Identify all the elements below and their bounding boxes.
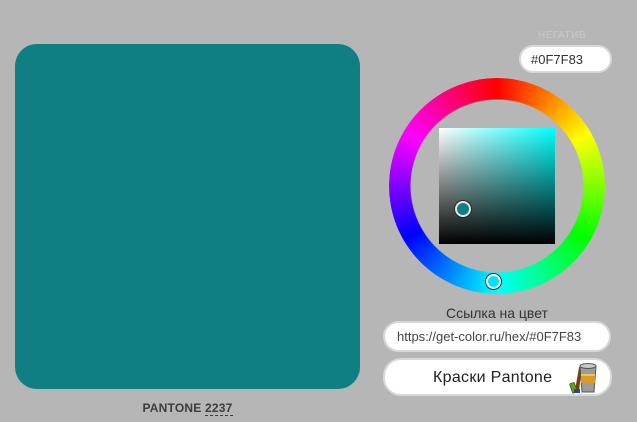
color-picker[interactable] xyxy=(389,78,605,294)
pantone-code-link[interactable]: 2237 xyxy=(205,401,233,416)
pantone-caption: PANTONE 2237 xyxy=(15,401,360,416)
pantone-prefix: PANTONE xyxy=(142,401,202,415)
color-swatch xyxy=(15,44,360,389)
negative-label[interactable]: НЕГАТИВ xyxy=(534,30,590,42)
pantone-paints-button[interactable]: Краски Pantone xyxy=(383,358,612,396)
pantone-paints-label: Краски Pantone xyxy=(433,369,553,386)
hue-handle[interactable] xyxy=(486,274,501,289)
paint-bucket-icon xyxy=(569,363,597,394)
hex-input[interactable] xyxy=(519,45,612,73)
link-label: Ссылка на цвет xyxy=(446,305,548,321)
color-link-field[interactable] xyxy=(383,321,611,352)
sv-handle[interactable] xyxy=(455,201,471,217)
saturation-value-square[interactable] xyxy=(439,128,555,244)
